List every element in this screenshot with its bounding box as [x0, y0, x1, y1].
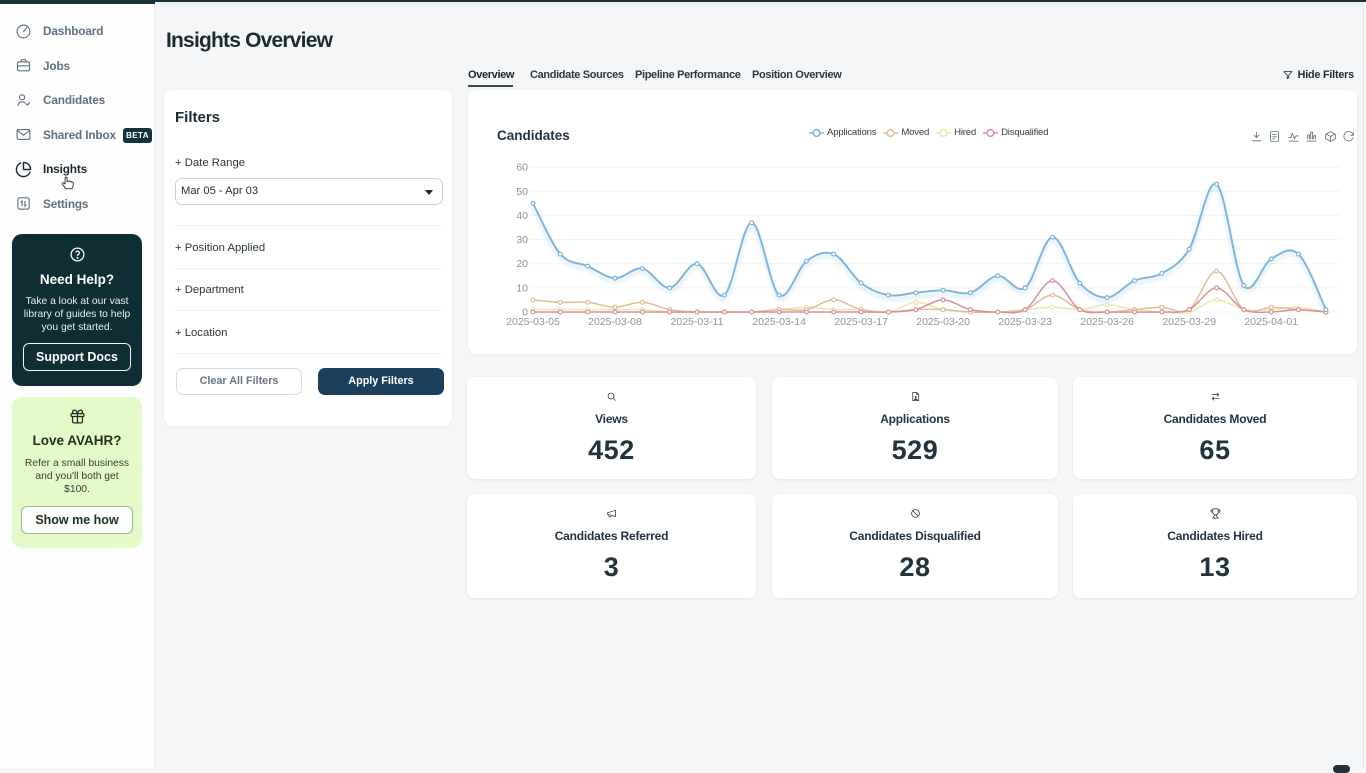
svg-text:2025-03-20: 2025-03-20 — [916, 316, 970, 328]
svg-text:10: 10 — [516, 282, 528, 294]
svg-text:2025-04-01: 2025-04-01 — [1244, 316, 1298, 328]
svg-text:2025-03-14: 2025-03-14 — [752, 316, 806, 328]
svg-text:2025-03-17: 2025-03-17 — [834, 316, 888, 328]
svg-text:2025-03-08: 2025-03-08 — [588, 316, 642, 328]
svg-text:2025-03-29: 2025-03-29 — [1162, 316, 1216, 328]
svg-text:20: 20 — [516, 258, 528, 270]
svg-text:50: 50 — [516, 186, 528, 198]
svg-text:2025-03-26: 2025-03-26 — [1080, 316, 1134, 328]
svg-text:2025-03-23: 2025-03-23 — [998, 316, 1052, 328]
svg-text:40: 40 — [516, 210, 528, 222]
svg-text:30: 30 — [516, 234, 528, 246]
svg-text:2025-03-05: 2025-03-05 — [506, 316, 560, 328]
svg-text:60: 60 — [516, 162, 528, 174]
svg-text:2025-03-11: 2025-03-11 — [671, 316, 724, 328]
